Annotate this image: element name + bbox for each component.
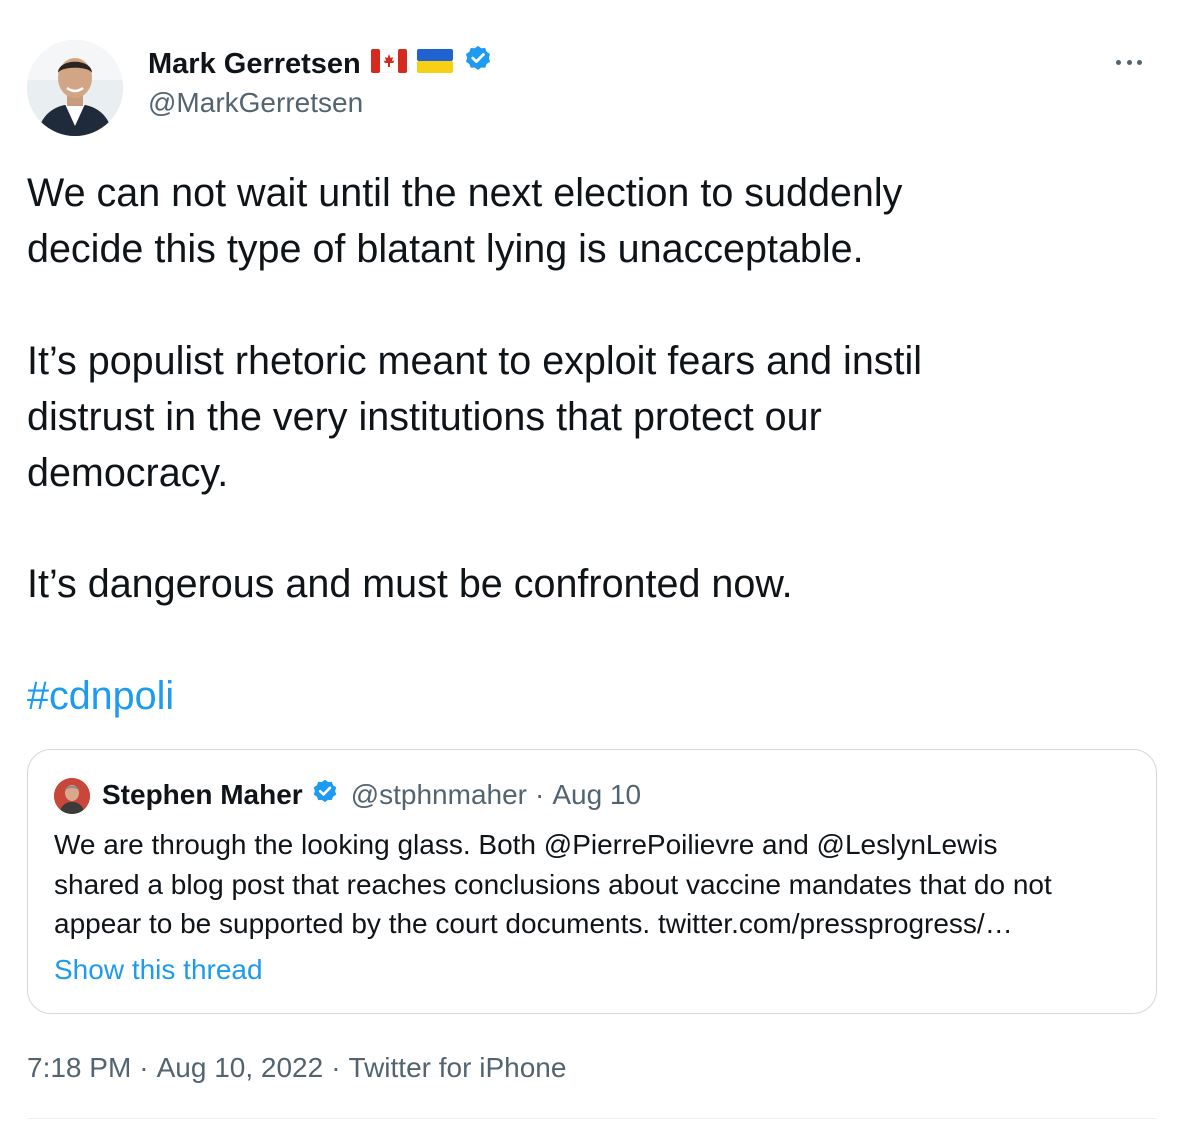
quoted-tweet-line: appear to be supported by the court docu… (54, 908, 1013, 939)
separator-dot: · (331, 1052, 341, 1083)
tweet-line: decide this type of blatant lying is una… (27, 227, 864, 271)
tweet-line: democracy. (27, 451, 229, 495)
tweet-source[interactable]: Twitter for iPhone (349, 1052, 567, 1083)
tweet-line: distrust in the very institutions that p… (27, 395, 822, 439)
canada-flag-icon (370, 46, 408, 82)
author-name[interactable]: Mark Gerretsen (148, 44, 493, 83)
quoted-tweet-line: We are through the looking glass. Both @… (54, 829, 998, 860)
more-options-icon[interactable] (1116, 48, 1142, 76)
separator-dot: · (139, 1052, 149, 1083)
more-dot (1126, 59, 1132, 65)
tweet-line: It’s populist rhetoric meant to exploit … (27, 339, 923, 383)
tweet-line: We can not wait until the next election … (27, 171, 903, 215)
quoted-author-avatar[interactable] (54, 778, 90, 814)
quoted-tweet-date[interactable]: Aug 10 (552, 779, 641, 811)
tweet-time[interactable]: 7:18 PM (27, 1052, 131, 1083)
tweet-line: It’s dangerous and must be confronted no… (27, 562, 793, 606)
ukraine-flag-icon (416, 46, 453, 82)
divider (27, 1118, 1157, 1119)
show-thread-link[interactable]: Show this thread (54, 952, 263, 988)
author-avatar[interactable] (27, 40, 123, 136)
quoted-tweet-line: shared a blog post that reaches conclusi… (54, 868, 1052, 900)
tweet-paragraph-2: It’s populist rhetoric meant to exploit … (27, 333, 922, 501)
separator-dot: · (535, 779, 545, 810)
quoted-author-handle[interactable]: @stphnmaher (351, 779, 527, 811)
more-dot (1137, 59, 1142, 65)
tweet-date[interactable]: Aug 10, 2022 (157, 1052, 324, 1083)
verified-badge-icon (463, 44, 493, 83)
hashtag-link[interactable]: #cdnpoli (27, 668, 174, 724)
quoted-tweet-card[interactable]: Stephen Maher @stphnmaher · Aug 10 We ar… (27, 749, 1157, 1014)
tweet-paragraph-1: We can not wait until the next election … (27, 165, 902, 277)
quoted-tweet-header: Stephen Maher @stphnmaher · Aug 10 (102, 778, 641, 812)
more-dot (1116, 59, 1121, 65)
author-handle[interactable]: @MarkGerretsen (148, 86, 363, 120)
tweet: Mark Gerretsen @MarkGerretsen We can not… (0, 0, 1196, 1136)
tweet-paragraph-3: It’s dangerous and must be confronted no… (27, 556, 793, 612)
verified-badge-icon (311, 778, 339, 813)
quoted-tweet-text: We are through the looking glass. Both @… (54, 825, 1052, 944)
author-name-text[interactable]: Mark Gerretsen (148, 46, 361, 82)
tweet-metadata: 7:18 PM · Aug 10, 2022 · Twitter for iPhone (27, 1050, 566, 1086)
quoted-author-name[interactable]: Stephen Maher (102, 779, 303, 811)
